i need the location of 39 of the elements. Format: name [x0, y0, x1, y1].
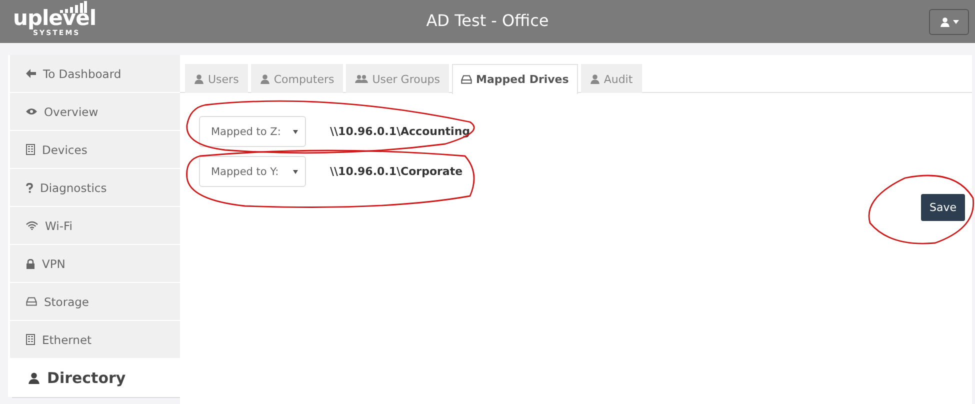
user-menu-button[interactable] [929, 8, 969, 34]
sidebar-item[interactable]: Devices [10, 131, 180, 168]
caret-icon [952, 20, 958, 24]
eye-icon [26, 108, 37, 115]
user-icon [260, 74, 270, 84]
logo-text: uplevel [13, 7, 96, 29]
tab[interactable]: Computers [250, 64, 344, 93]
sidebar-item[interactable]: Storage [10, 283, 180, 320]
wifi-icon [26, 221, 38, 230]
page-title: AD Test - Office [426, 11, 549, 30]
drive-icon [26, 297, 37, 306]
tab[interactable]: Audit [580, 64, 642, 93]
caret-icon [293, 130, 298, 134]
sidebar-item[interactable]: Diagnostics [10, 169, 180, 206]
building-icon [26, 144, 35, 155]
sidebar-item[interactable]: VPN [10, 245, 180, 282]
sidebar-item[interactable]: Wi-Fi [10, 207, 180, 244]
caret-icon [293, 170, 298, 174]
building-icon [26, 334, 35, 345]
question-icon [26, 182, 33, 192]
user-icon [194, 74, 204, 84]
save-button[interactable]: Save [921, 194, 965, 221]
sidebar-item[interactable]: Ethernet [10, 321, 180, 358]
drive-letter-select[interactable]: Mapped to Z: [199, 116, 306, 147]
arrow-left-icon [26, 69, 36, 78]
tab[interactable]: User Groups [346, 64, 450, 93]
sidebar-item[interactable]: To Dashboard [10, 55, 180, 92]
user-icon [590, 74, 600, 84]
sidebar-item[interactable]: Overview [10, 93, 180, 130]
share-path: \\10.96.0.1\Accounting [330, 125, 470, 138]
tab[interactable]: Mapped Drives [452, 64, 578, 94]
share-path: \\10.96.0.1\Corporate [330, 165, 463, 178]
user-icon [940, 16, 950, 26]
users-icon [355, 74, 368, 84]
tab[interactable]: Users [185, 64, 248, 93]
lock-icon [26, 258, 35, 268]
user-icon [28, 372, 40, 384]
drive-icon [461, 75, 472, 84]
drive-letter-select[interactable]: Mapped to Y: [199, 156, 306, 187]
